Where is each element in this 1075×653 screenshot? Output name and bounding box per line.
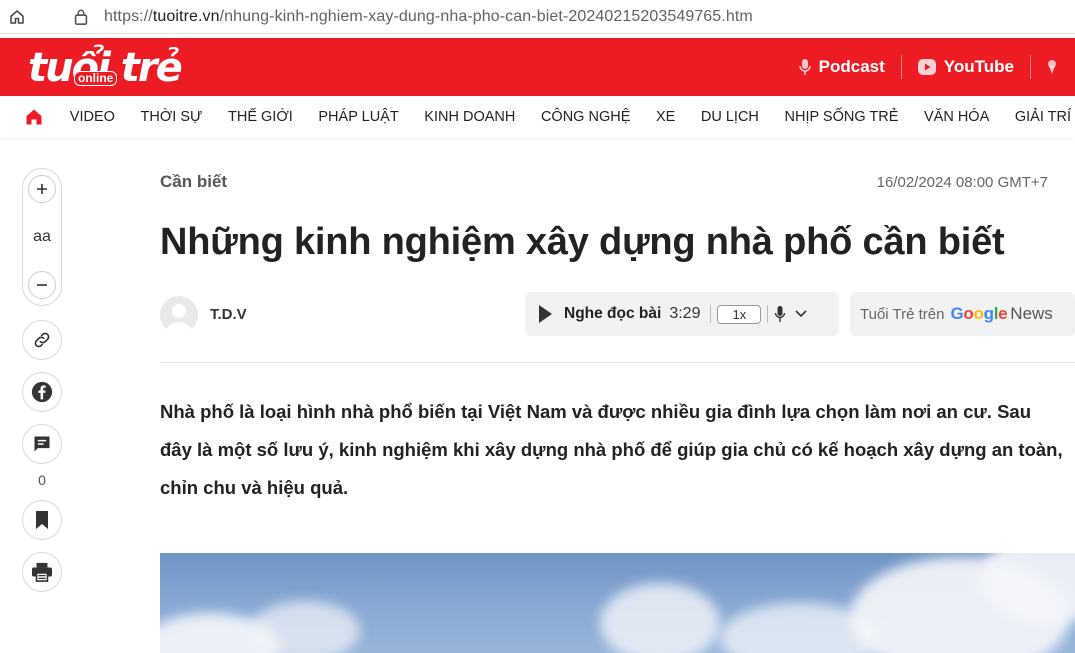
podcast-label: Podcast [818, 57, 885, 76]
category-nav: VIDEO THỜI SỰ THẾ GIỚI PHÁP LUẬT KINH DO… [0, 96, 1075, 138]
link-icon [34, 332, 50, 348]
url-path: /nhung-kinh-nghiem-xay-dung-nha-pho-can-… [219, 7, 753, 25]
author-avatar[interactable] [160, 296, 198, 334]
nav-item-nhip-song-tre[interactable]: NHỊP SỐNG TRẺ [772, 109, 911, 125]
bookmark-button[interactable] [22, 500, 62, 540]
audio-player: Nghe đọc bài 3:29 1x [525, 292, 839, 336]
comment-count: 0 [38, 472, 46, 488]
play-icon[interactable] [539, 305, 552, 323]
mic-icon [775, 306, 786, 322]
article-hero-image[interactable] [160, 553, 1075, 653]
url-prefix: https:// [104, 7, 153, 25]
copy-link-button[interactable] [22, 320, 62, 360]
article: Cần biết 16/02/2024 08:00 GMT+7 Những ki… [160, 168, 1075, 507]
article-meta: Cần biết 16/02/2024 08:00 GMT+7 [160, 168, 1048, 196]
plus-icon [37, 184, 47, 194]
facebook-share-button[interactable] [22, 372, 62, 412]
increase-font-button[interactable] [28, 175, 56, 203]
article-lead: Nhà phố là loại hình nhà phổ biến tại Vi… [160, 401, 1063, 498]
site-info-icon[interactable] [70, 6, 92, 28]
nav-item-giai-tri[interactable]: GIẢI TRÍ [1002, 109, 1075, 125]
article-date: 16/02/2024 08:00 GMT+7 [876, 173, 1048, 191]
font-size-control: aa [22, 168, 62, 306]
nav-home-icon[interactable] [24, 106, 44, 128]
nav-item-thoi-su[interactable]: THỜI SỰ [128, 109, 215, 125]
address-bar: https://tuoitre.vn/nhung-kinh-nghiem-xay… [0, 0, 1075, 34]
google-news-suffix: News [1010, 304, 1053, 323]
decrease-font-button[interactable] [28, 271, 56, 299]
podcast-link[interactable]: Podcast [783, 55, 901, 79]
mic-icon [798, 58, 811, 76]
more-link[interactable] [1030, 55, 1075, 79]
site-logo[interactable]: tuổi trẻ online [28, 44, 183, 90]
cloud-shape [250, 601, 360, 653]
pin-icon [1047, 59, 1057, 75]
nav-item-cong-nghe[interactable]: CÔNG NGHỆ [528, 109, 643, 125]
article-category[interactable]: Cần biết [160, 172, 227, 192]
nav-item-du-lich[interactable]: DU LỊCH [688, 109, 772, 125]
nav-item-the-gioi[interactable]: THẾ GIỚI [215, 109, 305, 125]
audio-duration: 3:29 [669, 305, 701, 322]
header-actions: Podcast YouTube [783, 38, 1075, 96]
byline: T.D.V Nghe đọc bài 3:29 1x Tuổi Trẻ trên… [160, 292, 1075, 338]
site-header: tuổi trẻ online Podcast YouTube [0, 38, 1075, 96]
article-title: Những kinh nghiệm xây dựng nhà phố cần b… [160, 221, 1005, 263]
author-name[interactable]: T.D.V [210, 306, 247, 323]
playback-speed-button[interactable]: 1x [717, 304, 762, 324]
cloud-shape [600, 583, 720, 653]
voice-select[interactable] [774, 305, 808, 323]
font-size-label: aa [33, 228, 51, 245]
divider [710, 305, 712, 323]
facebook-icon [31, 381, 53, 403]
youtube-link[interactable]: YouTube [900, 55, 1030, 79]
google-news-prefix: Tuổi Trẻ trên [860, 305, 945, 323]
chevron-down-icon [795, 310, 807, 318]
nav-item-kinh-doanh[interactable]: KINH DOANH [412, 109, 529, 125]
google-logo: Google [950, 304, 1008, 323]
nav-item-phap-luat[interactable]: PHÁP LUẬT [306, 109, 412, 125]
google-news-follow[interactable]: Tuổi Trẻ trên Google News [850, 292, 1075, 336]
divider [160, 362, 1075, 363]
bookmark-icon [36, 511, 48, 529]
listen-label[interactable]: Nghe đọc bài [564, 305, 661, 323]
divider [767, 305, 769, 323]
nav-item-xe[interactable]: XE [643, 109, 688, 125]
comment-icon [34, 436, 50, 452]
nav-item-video[interactable]: VIDEO [57, 109, 128, 125]
home-icon[interactable] [6, 6, 28, 28]
print-icon [32, 562, 52, 582]
nav-item-van-hoa[interactable]: VĂN HÓA [911, 109, 1002, 125]
youtube-label: YouTube [943, 57, 1014, 76]
logo-online-badge: online [74, 71, 118, 86]
youtube-icon [917, 59, 936, 75]
print-button[interactable] [22, 552, 62, 592]
url-field[interactable]: https://tuoitre.vn/nhung-kinh-nghiem-xay… [104, 8, 753, 26]
comment-button[interactable] [22, 424, 62, 464]
article-tools: aa 0 [22, 168, 64, 592]
minus-icon [37, 284, 47, 286]
url-host: tuoitre.vn [152, 7, 220, 25]
